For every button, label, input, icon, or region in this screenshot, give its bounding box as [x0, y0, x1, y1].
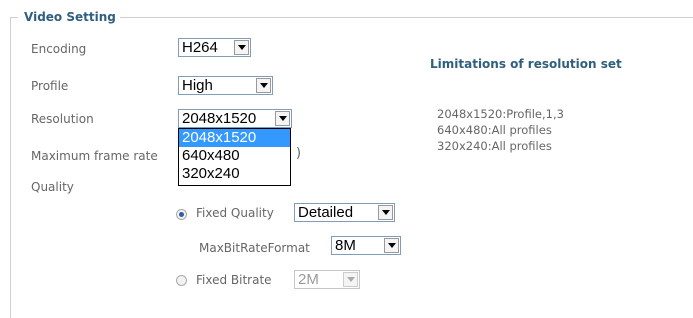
limitation-line: 320x240:All profiles	[437, 139, 552, 153]
quality-label: Quality	[31, 180, 74, 194]
fixed-quality-select[interactable]: Detailed	[294, 203, 395, 222]
limitation-line: 2048x1520:Profile,1,3	[437, 107, 564, 121]
max-frame-rate-label: Maximum frame rate	[31, 149, 158, 163]
profile-label: Profile	[31, 79, 69, 93]
fixed-quality-value: Detailed	[298, 204, 354, 221]
fixed-bitrate-value: 2M	[298, 271, 319, 288]
chevron-down-icon[interactable]	[256, 78, 271, 93]
fixed-quality-label: Fixed Quality	[196, 206, 274, 220]
section-legend: Video Setting	[18, 10, 120, 24]
profile-select[interactable]: High	[178, 76, 273, 95]
resolution-option[interactable]: 320x240	[179, 165, 290, 183]
resolution-dropdown-list[interactable]: 2048x1520 640x480 320x240	[178, 128, 291, 186]
chevron-down-icon[interactable]	[275, 111, 290, 126]
max-bitrate-format-label: MaxBitRateFormat	[199, 241, 310, 255]
profile-value: High	[182, 77, 213, 94]
fixed-bitrate-radio[interactable]	[176, 275, 187, 286]
resolution-value: 2048x1520	[182, 110, 257, 127]
fixed-bitrate-select[interactable]: 2M	[294, 270, 360, 289]
encoding-label: Encoding	[31, 42, 87, 56]
chevron-down-icon	[343, 272, 358, 287]
fixed-quality-radio[interactable]	[176, 209, 187, 220]
resolution-option[interactable]: 640x480	[179, 147, 290, 165]
chevron-down-icon[interactable]	[384, 238, 399, 253]
fieldset-border-left	[10, 17, 11, 318]
chevron-down-icon[interactable]	[378, 205, 393, 220]
chevron-down-icon[interactable]	[234, 40, 249, 55]
resolution-option[interactable]: 2048x1520	[179, 129, 290, 147]
fixed-bitrate-label: Fixed Bitrate	[196, 273, 272, 287]
resolution-select[interactable]: 2048x1520	[178, 109, 292, 128]
encoding-select[interactable]: H264	[178, 38, 251, 57]
limitation-line: 640x480:All profiles	[437, 123, 552, 137]
max-bitrate-format-value: 8M	[335, 237, 356, 254]
max-bitrate-format-select[interactable]: 8M	[331, 236, 401, 255]
encoding-value: H264	[182, 39, 218, 56]
max-frame-rate-value-fragment: )	[296, 146, 302, 161]
resolution-label: Resolution	[31, 112, 94, 126]
limitations-title: Limitations of resolution set	[430, 57, 622, 71]
